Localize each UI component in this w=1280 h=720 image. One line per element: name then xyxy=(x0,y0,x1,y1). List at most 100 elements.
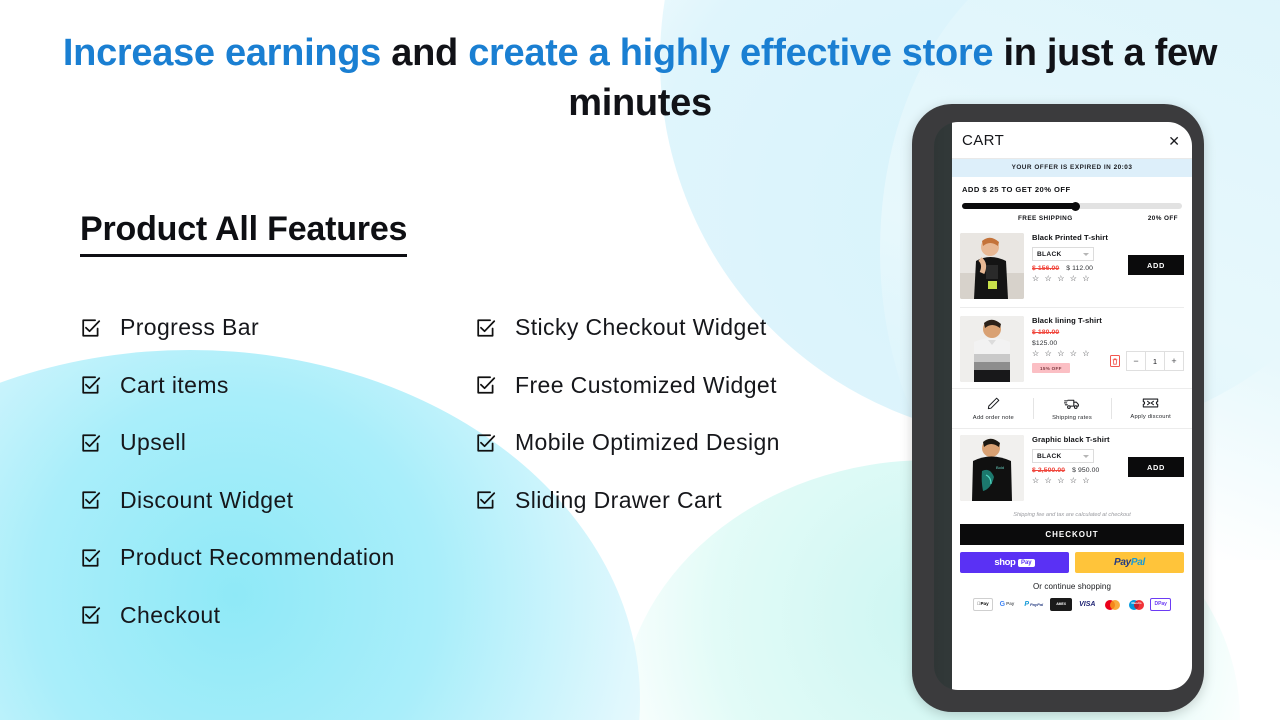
checkbox-checked-icon xyxy=(477,319,496,337)
feature-label: Sticky Checkout Widget xyxy=(515,314,767,341)
checkbox-checked-icon xyxy=(82,319,101,337)
price-line: $ 2,500.00 $ 950.00 xyxy=(1032,467,1128,474)
shop-pay-label: shop xyxy=(994,557,1016,568)
quantity-controls: − 1 + xyxy=(1110,340,1184,382)
feature-label: Mobile Optimized Design xyxy=(515,429,780,456)
price-original: $ 180.00 xyxy=(1032,329,1060,336)
wallet-buttons: shop Pay Pay Pal xyxy=(960,552,1184,573)
rating-stars[interactable]: ☆ ☆ ☆ ☆ ☆ xyxy=(1032,350,1110,358)
feature-item: Upsell xyxy=(80,414,475,472)
quantity-stepper: − 1 + xyxy=(1126,351,1184,371)
feature-label: Free Customized Widget xyxy=(515,371,777,398)
cart-drawer: CART ✕ YOUR OFFER IS EXPIRED IN 20:03 AD… xyxy=(952,122,1192,690)
shipping-tax-note: Shipping fee and tax are calculated at c… xyxy=(1013,512,1131,518)
price-current: $ 112.00 xyxy=(1066,265,1094,272)
chevron-down-icon xyxy=(1083,252,1089,256)
apple-pay-icon: Pay xyxy=(973,598,993,611)
payment-methods-row: Pay GPay PPayPal AMEX VISA xyxy=(960,598,1184,611)
price-original: $ 156.00 xyxy=(1032,265,1060,272)
feature-item: Mobile Optimized Design xyxy=(475,414,895,472)
product-photo-2 xyxy=(960,316,1024,382)
product-image[interactable]: Bold xyxy=(960,435,1024,501)
paypal-label-2: Pal xyxy=(1130,557,1146,568)
quantity-increase-button[interactable]: + xyxy=(1165,352,1183,370)
feature-item: Sliding Drawer Cart xyxy=(475,472,895,530)
progress-bar-track xyxy=(962,201,1182,211)
shop-pay-chip: Pay xyxy=(1017,558,1035,567)
price-current: $125.00 xyxy=(1032,340,1058,347)
paypal-small-label: PayPal xyxy=(1028,601,1043,607)
cart-title: CART xyxy=(962,132,1005,149)
progress-milestone-discount: 20% OFF xyxy=(1147,215,1178,222)
rating-stars[interactable]: ☆ ☆ ☆ ☆ ☆ xyxy=(1032,477,1128,485)
checkout-section: CHECKOUT shop Pay Pay Pal Or continue shop… xyxy=(952,524,1192,619)
price-original: $ 2,500.00 xyxy=(1032,467,1066,474)
google-pay-icon: G Pay xyxy=(996,598,1018,611)
product-details: Black Printed T-shirt BLACK $ 156.00 $ 11… xyxy=(1024,233,1128,299)
checkbox-checked-icon xyxy=(82,549,101,567)
continue-shopping-link[interactable]: Or continue shopping xyxy=(960,582,1184,591)
checkout-button[interactable]: CHECKOUT xyxy=(960,524,1184,545)
cart-header: CART ✕ xyxy=(952,122,1192,159)
quantity-decrease-button[interactable]: − xyxy=(1127,352,1145,370)
offer-timer: 20:03 xyxy=(1113,164,1133,171)
progress-milestone-free-shipping: FREE SHIPPING xyxy=(1018,215,1073,222)
feature-item: Product Recommendation xyxy=(80,529,475,587)
add-to-cart-button[interactable]: ADD xyxy=(1128,457,1184,477)
phone-mockup: CART ✕ YOUR OFFER IS EXPIRED IN 20:03 AD… xyxy=(912,104,1204,712)
cart-action-row: Add order note Shipping rates Apply disc… xyxy=(952,388,1192,429)
close-icon[interactable]: ✕ xyxy=(1168,134,1180,148)
add-order-note-button[interactable]: Add order note xyxy=(954,396,1033,421)
feature-label: Product Recommendation xyxy=(120,544,395,571)
feature-item: Progress Bar xyxy=(80,299,475,357)
divider xyxy=(960,307,1184,308)
checkbox-checked-icon xyxy=(82,491,101,509)
shipping-rates-button[interactable]: Shipping rates xyxy=(1032,396,1112,421)
svg-text:Bold: Bold xyxy=(996,465,1004,470)
product-image[interactable] xyxy=(960,233,1024,299)
features-section: Product All Features Progress Bar Cart i… xyxy=(80,210,900,644)
feature-item: Discount Widget xyxy=(80,472,475,530)
checkbox-checked-icon xyxy=(477,376,496,394)
paypal-button[interactable]: Pay Pal xyxy=(1075,552,1184,573)
paypal-label-1: Pay xyxy=(1113,557,1131,568)
phone-screen: CART ✕ YOUR OFFER IS EXPIRED IN 20:03 AD… xyxy=(934,122,1192,690)
features-column-left: Progress Bar Cart items Upsell Discount … xyxy=(80,299,475,644)
shop-pay-button[interactable]: shop Pay xyxy=(960,552,1069,573)
amex-label: AMEX xyxy=(1054,601,1066,606)
feature-item: Checkout xyxy=(80,587,475,645)
google-pay-label: Pay xyxy=(1004,601,1014,607)
trash-icon[interactable] xyxy=(1110,355,1120,367)
headline-part-1: Increase earnings xyxy=(62,32,381,74)
features-title: Product All Features xyxy=(80,210,407,257)
price-line: $ 156.00 $ 112.00 xyxy=(1032,265,1128,272)
product-details: Black lining T-shirt $ 180.00 $125.00 ☆ … xyxy=(1024,316,1110,382)
cart-item-row: Black Printed T-shirt BLACK $ 156.00 $ 11… xyxy=(952,227,1192,305)
quantity-value[interactable]: 1 xyxy=(1145,352,1165,370)
variant-select[interactable]: BLACK xyxy=(1032,449,1094,463)
headline-part-2: and xyxy=(381,32,469,74)
price-original-line: $ 180.00 xyxy=(1032,329,1110,336)
rating-stars[interactable]: ☆ ☆ ☆ ☆ ☆ xyxy=(1032,275,1128,283)
progress-goal-text: ADD $ 25 TO GET 20% OFF xyxy=(962,185,1071,194)
ticket-icon xyxy=(1142,398,1159,408)
progress-section: ADD $ 25 TO GET 20% OFF FREE SHIPPING 20… xyxy=(952,177,1192,227)
amex-icon: AMEX xyxy=(1050,598,1073,611)
add-to-cart-button[interactable]: ADD xyxy=(1128,255,1184,275)
visa-label: VISA xyxy=(1077,601,1095,608)
chevron-down-icon xyxy=(1083,454,1089,458)
features-columns: Progress Bar Cart items Upsell Discount … xyxy=(80,299,900,644)
variant-select[interactable]: BLACK xyxy=(1032,247,1094,261)
dpay-label: DPay xyxy=(1152,601,1167,607)
price-current: $ 950.00 xyxy=(1072,467,1100,474)
maestro-icon: Maestro xyxy=(1126,598,1147,611)
trash-glyph xyxy=(1112,358,1118,365)
price-current-line: $125.00 xyxy=(1032,340,1110,347)
cart-item-row: Bold Graphic black T-shirt BLACK $ 2,500… xyxy=(952,429,1192,507)
apply-discount-button[interactable]: Apply discount xyxy=(1111,396,1190,421)
checkbox-checked-icon xyxy=(477,491,496,509)
feature-item: Free Customized Widget xyxy=(475,357,895,415)
product-image[interactable] xyxy=(960,316,1024,382)
feature-item: Cart items xyxy=(80,357,475,415)
product-photo-1 xyxy=(960,233,1024,299)
